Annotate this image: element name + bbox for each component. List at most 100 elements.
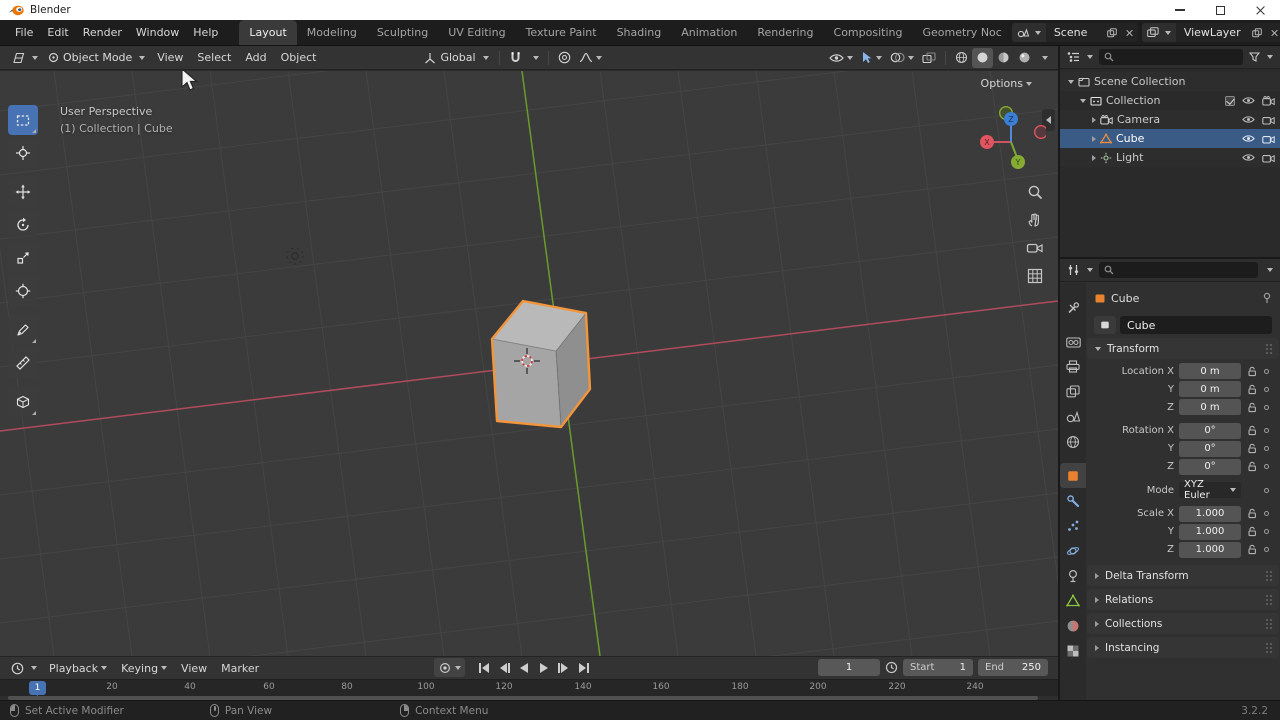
jump-to-end-button[interactable]: [574, 658, 593, 677]
viewport-3d[interactable]: User Perspective (1) Collection | Cube O…: [0, 71, 1058, 656]
outliner-editor-type-button[interactable]: [1065, 47, 1095, 67]
lock-button[interactable]: [1246, 384, 1259, 395]
viewport-canvas[interactable]: [0, 71, 1058, 656]
workspace-tab-modeling[interactable]: Modeling: [297, 20, 367, 45]
remove-viewlayer-button[interactable]: [1266, 23, 1280, 42]
editor-type-button[interactable]: [6, 48, 43, 68]
play-button[interactable]: [534, 658, 553, 677]
add-viewlayer-button[interactable]: [1249, 23, 1266, 42]
zoom-button[interactable]: [1026, 183, 1044, 201]
hide-eye-toggle[interactable]: [1242, 153, 1255, 162]
proportional-editing-button[interactable]: [554, 48, 575, 68]
minimize-button[interactable]: [1160, 0, 1200, 20]
shading-settings-button[interactable]: [1035, 48, 1052, 68]
outliner-search-input[interactable]: [1099, 49, 1243, 65]
playhead[interactable]: 1: [29, 681, 46, 695]
scale-x-field[interactable]: 1.000: [1179, 506, 1241, 522]
panel-collections[interactable]: Collections: [1087, 613, 1279, 634]
rotation-x-field[interactable]: 0°: [1179, 423, 1241, 439]
rotation-z-field[interactable]: 0°: [1179, 459, 1241, 475]
toggle-ortho-button[interactable]: [1026, 267, 1044, 285]
lock-button[interactable]: [1246, 443, 1259, 454]
play-reverse-button[interactable]: [514, 658, 533, 677]
workspace-tab-sculpting[interactable]: Sculpting: [367, 20, 438, 45]
rotation-mode-dropdown[interactable]: XYZ Euler: [1179, 482, 1241, 498]
pan-hand-button[interactable]: [1026, 211, 1044, 229]
menu-file[interactable]: File: [8, 20, 40, 45]
menu-add[interactable]: Add: [238, 51, 273, 64]
workspace-tab-shading[interactable]: Shading: [607, 20, 672, 45]
lock-button[interactable]: [1246, 402, 1259, 413]
properties-options-button[interactable]: [1262, 260, 1275, 280]
shading-material-button[interactable]: [993, 48, 1014, 68]
workspace-tab-rendering[interactable]: Rendering: [747, 20, 823, 45]
menu-keying[interactable]: Keying: [114, 662, 174, 675]
outliner-row-light[interactable]: Light: [1060, 148, 1280, 167]
animate-button[interactable]: [1264, 529, 1269, 534]
lock-button[interactable]: [1246, 425, 1259, 436]
outliner-row-collection[interactable]: Collection: [1060, 91, 1280, 110]
render-visibility-toggle[interactable]: [1262, 96, 1275, 106]
location-x-field[interactable]: 0 m: [1179, 363, 1241, 379]
timeline-ruler[interactable]: 20 40 60 80 100 120 140 160 180 200 220 …: [0, 679, 1058, 696]
menu-playback[interactable]: Playback: [42, 662, 114, 675]
snap-settings-button[interactable]: [526, 48, 543, 68]
mode-selector[interactable]: Object Mode: [43, 48, 150, 68]
outliner-row-camera[interactable]: Camera: [1060, 110, 1280, 129]
delete-scene-button[interactable]: [1121, 23, 1138, 42]
location-y-field[interactable]: 0 m: [1179, 381, 1241, 397]
options-dropdown[interactable]: Options: [981, 77, 1032, 90]
menu-timeline-view[interactable]: View: [174, 662, 214, 675]
tool-move[interactable]: [8, 177, 38, 207]
camera-view-button[interactable]: [1026, 239, 1044, 257]
tab-constraints[interactable]: [1060, 563, 1086, 588]
browse-viewlayer-button[interactable]: [1142, 23, 1176, 42]
tool-transform[interactable]: [8, 276, 38, 306]
tab-scene[interactable]: [1060, 404, 1086, 429]
tool-measure[interactable]: [8, 348, 38, 378]
shading-wireframe-button[interactable]: [951, 48, 972, 68]
animate-button[interactable]: [1264, 387, 1269, 392]
toggle-xray-button[interactable]: [918, 48, 940, 68]
tool-add-cube[interactable]: [8, 387, 38, 417]
object-visibility-button[interactable]: [825, 48, 857, 68]
object-id-button[interactable]: [1094, 316, 1116, 334]
jump-to-start-button[interactable]: [474, 658, 493, 677]
animate-button[interactable]: [1264, 464, 1269, 469]
use-preview-range-button[interactable]: [885, 661, 898, 674]
collection-exclude-checkbox[interactable]: [1225, 96, 1235, 106]
hide-eye-toggle[interactable]: [1242, 134, 1255, 143]
tab-object[interactable]: [1060, 463, 1086, 488]
rotation-y-field[interactable]: 0°: [1179, 441, 1241, 457]
new-scene-button[interactable]: [1104, 23, 1121, 42]
lock-button[interactable]: [1246, 508, 1259, 519]
maximize-button[interactable]: [1200, 0, 1240, 20]
tab-world[interactable]: [1060, 429, 1086, 454]
render-visibility-toggle[interactable]: [1262, 153, 1275, 163]
menu-edit[interactable]: Edit: [40, 20, 75, 45]
lock-button[interactable]: [1246, 526, 1259, 537]
tab-texture[interactable]: [1060, 638, 1086, 663]
expand-icon[interactable]: [1068, 80, 1074, 84]
next-keyframe-button[interactable]: [554, 658, 573, 677]
show-gizmo-button[interactable]: [857, 48, 886, 68]
tool-scale[interactable]: [8, 243, 38, 273]
location-z-field[interactable]: 0 m: [1179, 399, 1241, 415]
expand-icon[interactable]: [1092, 117, 1096, 123]
auto-keying-button[interactable]: [434, 658, 465, 677]
workspace-tab-compositing[interactable]: Compositing: [824, 20, 913, 45]
scale-y-field[interactable]: 1.000: [1179, 524, 1241, 540]
transform-orientation-selector[interactable]: Global: [419, 48, 493, 68]
expand-icon[interactable]: [1092, 155, 1096, 161]
tab-physics[interactable]: [1060, 538, 1086, 563]
object-name-input[interactable]: Cube: [1120, 316, 1272, 334]
animate-button[interactable]: [1264, 511, 1269, 516]
lock-button[interactable]: [1246, 366, 1259, 377]
tab-view-layer[interactable]: [1060, 379, 1086, 404]
current-frame-field[interactable]: 1: [818, 659, 880, 676]
expand-icon[interactable]: [1092, 136, 1096, 142]
show-overlays-button[interactable]: [886, 48, 918, 68]
tab-modifiers[interactable]: [1060, 488, 1086, 513]
animate-button[interactable]: [1264, 446, 1269, 451]
tab-output[interactable]: [1060, 354, 1086, 379]
